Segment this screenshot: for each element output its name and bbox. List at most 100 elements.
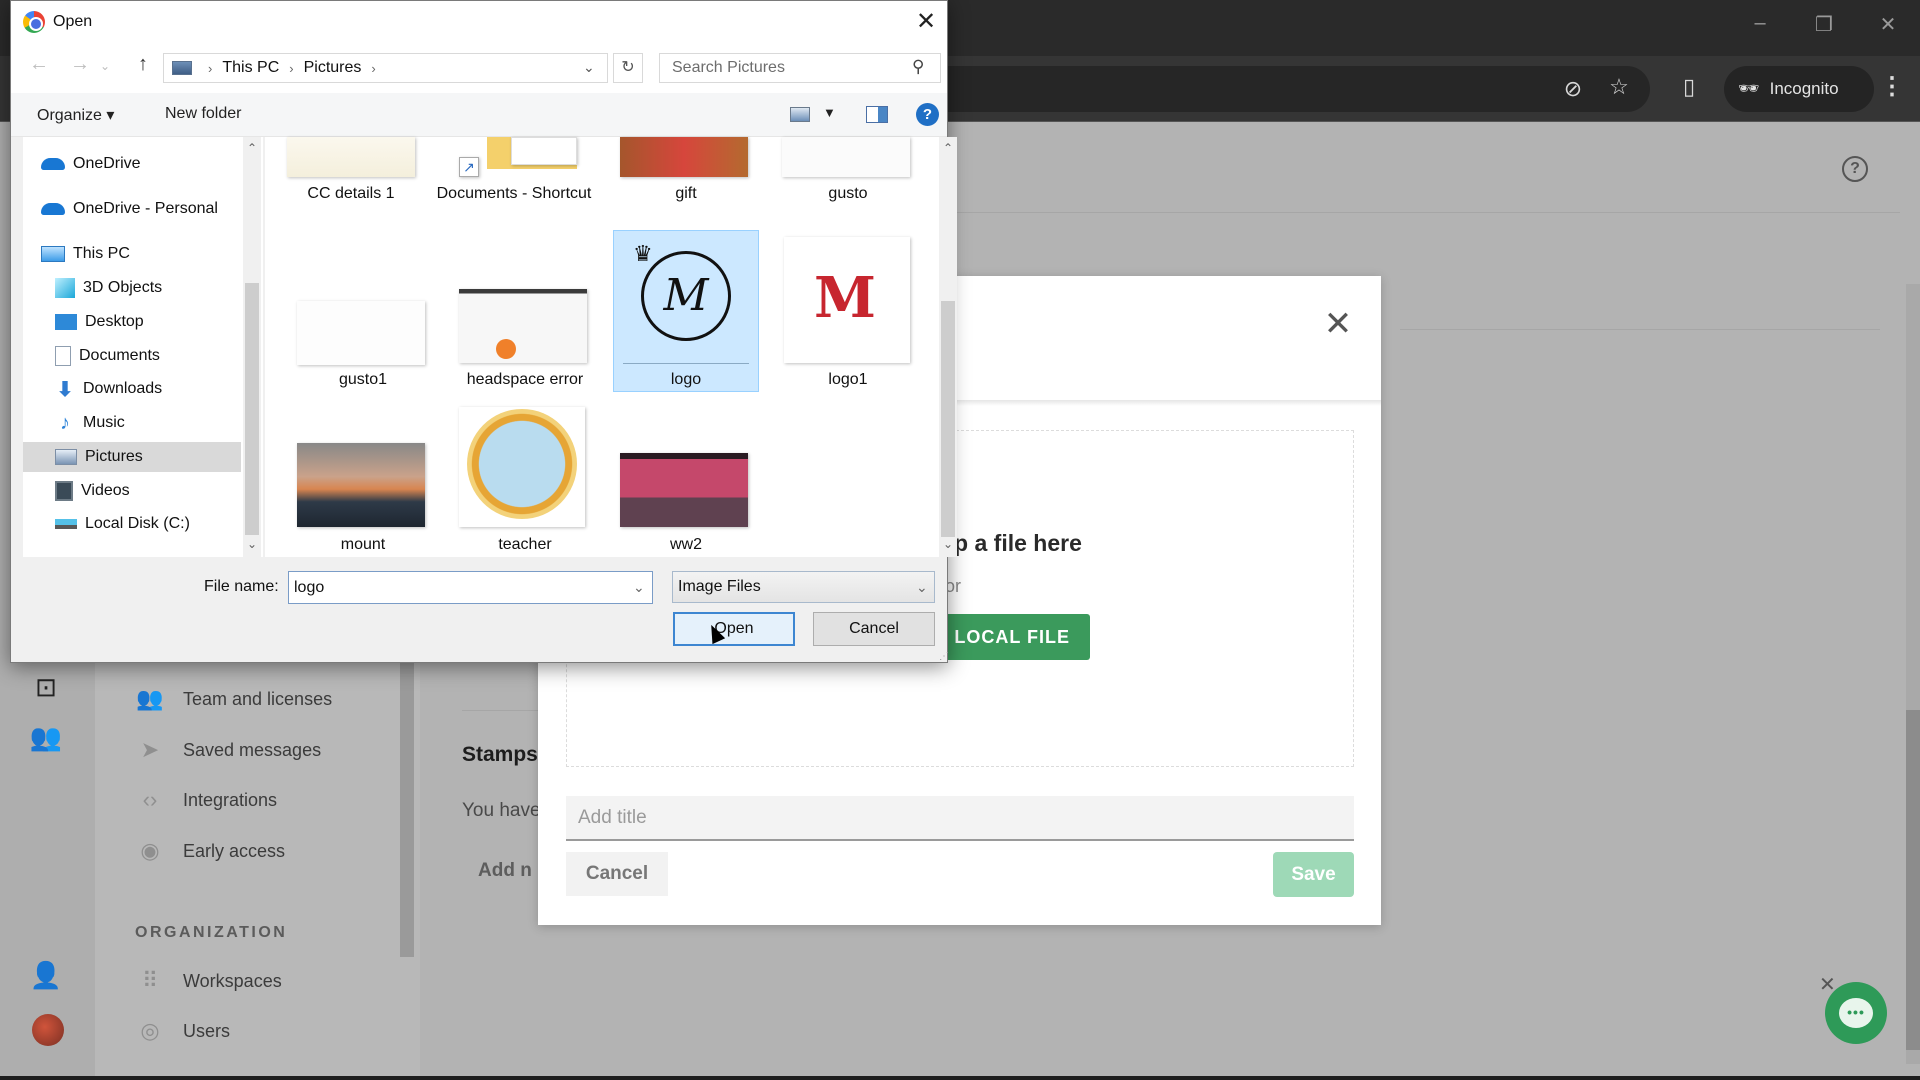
organize-button[interactable]: Organize ▾	[37, 105, 114, 125]
file-name-gift[interactable]: gift	[606, 183, 766, 204]
file-thumbnail-gusto1[interactable]	[297, 301, 425, 365]
desktop-icon	[55, 314, 77, 330]
close-window-button[interactable]: ✕	[1868, 12, 1908, 37]
sidebar-item-saved-messages[interactable]: ➤ Saved messages	[135, 737, 321, 763]
file-name-logo1[interactable]: logo1	[768, 369, 928, 390]
file-thumbnail-logo[interactable]: M ♛	[623, 237, 749, 363]
restore-button[interactable]: ❐	[1804, 12, 1844, 37]
file-thumbnail-teacher[interactable]	[459, 407, 585, 527]
people-icon[interactable]: 👥	[28, 722, 64, 758]
nav-item-pictures[interactable]: Pictures	[23, 442, 241, 472]
incognito-badge[interactable]: 🕶 Incognito	[1724, 66, 1874, 112]
sidebar-item-users[interactable]: ◎ Users	[135, 1018, 230, 1044]
cancel-button[interactable]: Cancel	[813, 612, 935, 646]
address-bar[interactable]	[900, 66, 1650, 112]
nav-item-label: Local Disk (C:)	[85, 515, 190, 532]
file-name-cc-details-1[interactable]: CC details 1	[271, 183, 431, 204]
search-icon[interactable]: ⚲	[912, 57, 924, 77]
file-name-logo[interactable]: logo	[606, 369, 766, 390]
send-icon: ➤	[140, 737, 160, 762]
incognito-label: Incognito	[1769, 79, 1839, 98]
nav-item-videos[interactable]: Videos	[55, 476, 130, 506]
file-thumbnail-gift[interactable]	[620, 137, 748, 177]
file-thumbnail-gusto[interactable]	[782, 137, 910, 177]
file-name-mount[interactable]: mount	[283, 534, 443, 555]
file-thumbnail-headspace-error[interactable]	[459, 289, 587, 363]
side-panel-icon[interactable]: ▯	[1673, 74, 1705, 100]
minimize-button[interactable]: –	[1740, 12, 1780, 35]
scroll-down-icon[interactable]: ⌄	[243, 537, 261, 551]
scroll-up-icon[interactable]: ⌃	[243, 141, 261, 155]
nav-item-onedrive-personal[interactable]: OneDrive - Personal	[41, 194, 218, 224]
open-button[interactable]: Open	[673, 612, 795, 646]
recent-locations-icon[interactable]: ⌄	[93, 59, 117, 73]
file-thumbnail-ww2[interactable]	[620, 453, 748, 527]
nav-item-music[interactable]: ♪ Music	[55, 408, 125, 438]
open-file-dialog: Open ✕ ← → ⌄ ↑ › This PC › Pictures › ⌄ …	[10, 0, 957, 663]
nav-item-3d-objects[interactable]: 3D Objects	[55, 273, 162, 303]
forward-arrow-icon[interactable]: →	[68, 53, 92, 76]
close-icon[interactable]: ✕	[1320, 304, 1356, 344]
chevron-down-icon[interactable]: ⌄	[583, 59, 595, 76]
help-icon[interactable]: ?	[1842, 156, 1868, 182]
add-person-icon[interactable]: 👤	[28, 960, 64, 996]
sidebar-item-early-access[interactable]: ◉ Early access	[135, 838, 285, 864]
chat-button[interactable]: •••	[1825, 982, 1887, 1044]
chevron-down-icon[interactable]: ⌄	[633, 579, 645, 596]
chevron-down-icon[interactable]: ⌄	[916, 579, 928, 596]
modal-cancel-button[interactable]: Cancel	[566, 852, 668, 896]
preview-pane-icon[interactable]	[866, 106, 888, 123]
file-thumbnail-mount[interactable]	[297, 443, 425, 527]
file-name-ww2[interactable]: ww2	[606, 534, 766, 555]
file-type-select[interactable]: Image Files	[672, 571, 935, 603]
up-arrow-icon[interactable]: ↑	[131, 53, 155, 76]
chevron-right-icon: ›	[289, 60, 294, 76]
sidebar-item-integrations[interactable]: ‹› Integrations	[135, 787, 277, 813]
sidebar-item-workspaces[interactable]: ⠿ Workspaces	[135, 968, 282, 994]
browser-menu-icon[interactable]: ⋮	[1880, 72, 1904, 101]
help-icon[interactable]: ?	[916, 103, 939, 126]
new-folder-button[interactable]: New folder	[165, 105, 241, 123]
nav-item-downloads[interactable]: ⬇ Downloads	[55, 374, 163, 404]
title-input[interactable]	[566, 796, 1354, 841]
refresh-button[interactable]: ↻	[613, 53, 643, 83]
breadcrumb-this-pc[interactable]: This PC	[222, 59, 279, 77]
file-name-gusto1[interactable]: gusto1	[283, 369, 443, 390]
file-name-teacher[interactable]: teacher	[445, 534, 605, 555]
file-thumbnail-logo1[interactable]: M	[784, 237, 910, 363]
resize-grip-icon[interactable]: ⋰	[939, 651, 949, 662]
view-options-icon[interactable]	[790, 107, 810, 122]
file-grid-scrollbar-thumb[interactable]	[941, 301, 955, 537]
terminal-icon[interactable]: ⊡	[28, 672, 64, 708]
nav-item-local-disk[interactable]: Local Disk (C:)	[55, 509, 190, 539]
dialog-close-button[interactable]: ✕	[911, 7, 941, 36]
file-name-documents-shortcut[interactable]: Documents - Shortcut	[434, 183, 594, 204]
avatar[interactable]	[32, 1014, 64, 1046]
nav-item-desktop[interactable]: Desktop	[55, 307, 144, 337]
file-thumbnail-cc-details[interactable]	[287, 137, 415, 177]
nav-pane-scrollbar-thumb[interactable]	[245, 283, 259, 535]
nav-item-documents[interactable]: Documents	[55, 341, 160, 371]
eye-off-icon[interactable]: ⊘	[1557, 76, 1589, 102]
breadcrumb-pictures[interactable]: Pictures	[304, 59, 362, 77]
modal-save-button[interactable]: Save	[1273, 852, 1354, 897]
nav-item-label: Desktop	[85, 313, 144, 330]
file-name-input[interactable]	[288, 571, 653, 604]
file-name-gusto[interactable]: gusto	[768, 183, 928, 204]
nav-item-this-pc[interactable]: This PC	[41, 239, 130, 269]
sidebar-item-team-and-licenses[interactable]: 👥 Team and licenses	[135, 686, 332, 712]
section-heading-organization: ORGANIZATION	[135, 924, 288, 941]
caret-down-icon[interactable]: ▼	[823, 105, 836, 120]
scroll-up-icon[interactable]: ⌃	[939, 141, 957, 155]
add-new-button[interactable]: Add n	[478, 860, 532, 882]
nav-item-onedrive[interactable]: OneDrive	[41, 149, 141, 179]
grid-dots-icon: ⠿	[141, 968, 159, 993]
file-name-headspace-error[interactable]: headspace error	[445, 369, 605, 390]
search-input[interactable]	[659, 53, 941, 83]
back-arrow-icon[interactable]: ←	[27, 53, 51, 76]
nav-item-label: Downloads	[83, 380, 163, 397]
scroll-down-icon[interactable]: ⌄	[939, 537, 957, 551]
page-scrollbar-thumb[interactable]	[1906, 710, 1920, 1050]
breadcrumb[interactable]: › This PC › Pictures ›	[163, 53, 608, 83]
star-icon[interactable]: ☆	[1603, 74, 1635, 100]
